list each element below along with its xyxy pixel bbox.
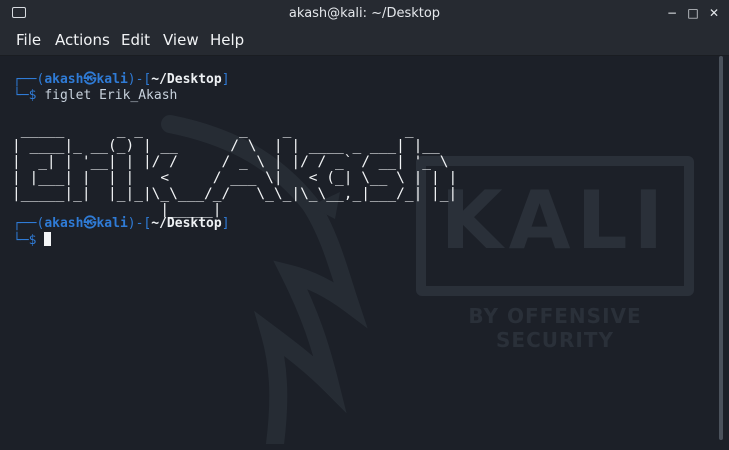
prompt-end: ] xyxy=(221,216,230,231)
prompt-host: kali xyxy=(96,216,128,231)
menu-edit[interactable]: Edit xyxy=(120,31,151,49)
prompt-line-1: ┌──(akash㉿kali)-[~/Desktop] xyxy=(13,72,230,88)
ascii-line: | ____|_ __(_) | __ / \ | | ____ _ ___| … xyxy=(12,138,458,154)
maximize-button[interactable]: □ xyxy=(686,6,700,20)
prompt-host: kali xyxy=(96,72,128,87)
prompt-path: ~/Desktop xyxy=(151,72,222,87)
menu-file[interactable]: File xyxy=(15,31,42,49)
command-line-2: └─$ xyxy=(13,232,52,249)
prompt-user: akash xyxy=(44,216,84,231)
scrollbar-thumb[interactable] xyxy=(719,56,723,440)
ascii-line: | |___| | | | < / ___ \| < (_| \__ \ | |… xyxy=(12,170,458,186)
prompt-at-symbol: ㉿ xyxy=(83,216,97,231)
text-cursor xyxy=(44,232,52,246)
close-button[interactable]: ✕ xyxy=(707,6,721,20)
minimize-button[interactable]: − xyxy=(665,6,679,20)
menu-bar: File Actions Edit View Help xyxy=(0,28,729,56)
command-line-1: └─$ figlet Erik_Akash xyxy=(13,88,177,104)
prompt-user: akash xyxy=(44,72,84,87)
terminal-window: akash@kali: ~/Desktop − □ ✕ File Actions… xyxy=(0,0,729,450)
prompt-at-symbol: ㉿ xyxy=(83,72,97,87)
menu-actions[interactable]: Actions xyxy=(54,31,111,49)
prompt-prefix: ┌──( xyxy=(13,216,45,231)
title-bar: akash@kali: ~/Desktop − □ ✕ xyxy=(0,0,729,28)
prompt-prefix: ┌──( xyxy=(13,72,45,87)
ascii-line: _____ _ _ _ _ _ xyxy=(12,122,458,138)
prompt-mid: )-[ xyxy=(127,72,152,87)
prompt-dollar: └─$ xyxy=(13,233,45,248)
prompt-line-2: ┌──(akash㉿kali)-[~/Desktop] xyxy=(13,216,230,232)
prompt-dollar: └─$ xyxy=(13,88,45,103)
ascii-line: | _| | '__| | |/ / / _ \ | |/ / _` / __|… xyxy=(12,154,458,170)
menu-help[interactable]: Help xyxy=(209,31,245,49)
window-title: akash@kali: ~/Desktop xyxy=(288,6,441,21)
kali-tagline: BY OFFENSIVE SECURITY xyxy=(468,304,642,352)
prompt-path: ~/Desktop xyxy=(151,216,222,231)
figlet-output: _____ _ _ _ _ _ | ____|_ __(_) | __ / \ … xyxy=(12,106,466,218)
terminal-area[interactable]: KALI BY OFFENSIVE SECURITY ┌──(akash㉿kal… xyxy=(0,56,729,450)
ascii-line: |_____|_| |_|_|\_\___/_/ \_\_|\_\__,_|__… xyxy=(12,186,458,202)
prompt-mid: )-[ xyxy=(127,216,152,231)
command-text: figlet Erik_Akash xyxy=(44,88,178,103)
prompt-end: ] xyxy=(221,72,230,87)
menu-view[interactable]: View xyxy=(162,31,200,49)
